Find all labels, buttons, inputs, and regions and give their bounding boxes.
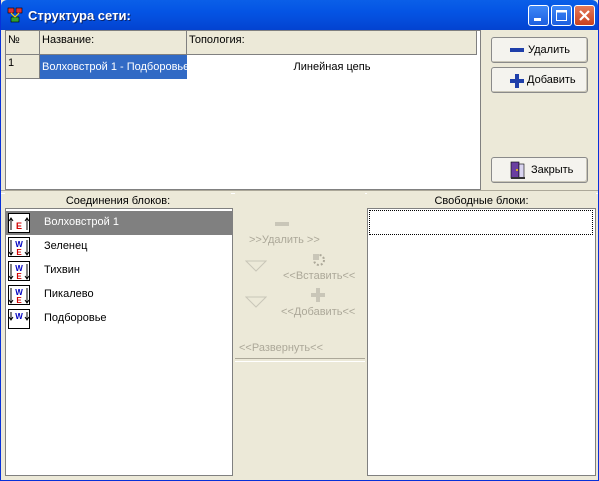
- maximize-icon: [556, 10, 567, 21]
- close-window-button[interactable]: [574, 5, 595, 26]
- window-title: Структура сети:: [28, 8, 131, 23]
- grid-cell-name[interactable]: Волховстрой 1 - Подборовье: [40, 55, 187, 79]
- delete-button[interactable]: Удалить: [491, 37, 588, 63]
- list-item-label: Зеленец: [44, 240, 88, 252]
- remove-block-button[interactable]: >>Удалить >>: [249, 234, 320, 246]
- close-button[interactable]: Закрыть: [491, 157, 588, 183]
- maximize-button[interactable]: [551, 5, 572, 26]
- close-button-label: Закрыть: [531, 164, 574, 176]
- triangle-down-icon: [245, 260, 267, 272]
- block-connector-icon: E: [8, 213, 30, 233]
- add-block-button[interactable]: <<Добавить<<: [281, 306, 355, 318]
- column-header-topology[interactable]: Топология:: [187, 31, 477, 55]
- block-connector-icon: W: [8, 309, 30, 329]
- free-blocks-list[interactable]: [367, 208, 596, 476]
- middle-header: [235, 193, 365, 209]
- list-item[interactable]: W E Зеленец: [6, 235, 232, 259]
- free-blocks-focus-row[interactable]: [369, 210, 593, 235]
- insert-block-button[interactable]: <<Вставить<<: [283, 270, 355, 282]
- expand-button[interactable]: <<Развернуть<<: [239, 342, 323, 354]
- insert-gear-icon: [313, 254, 325, 266]
- add-button[interactable]: Добавить: [491, 67, 588, 93]
- grid-row-number[interactable]: 1: [6, 55, 40, 79]
- plus-icon: [510, 74, 524, 88]
- minimize-icon: [534, 18, 541, 21]
- connections-header: Соединения блоков:: [5, 193, 231, 209]
- svg-text:E: E: [16, 221, 22, 231]
- svg-text:E: E: [16, 272, 22, 281]
- minus-icon: [275, 222, 289, 226]
- column-header-name[interactable]: Название:: [40, 31, 187, 55]
- free-blocks-header: Свободные блоки:: [367, 193, 596, 209]
- list-item[interactable]: W Подборовье: [6, 307, 232, 331]
- list-item-label: Волховстрой 1: [44, 216, 119, 228]
- minus-icon: [510, 48, 524, 52]
- window: Структура сети: № Название: Топология: 1…: [0, 0, 599, 481]
- block-connector-icon: W E: [8, 261, 30, 281]
- svg-text:W: W: [15, 312, 23, 321]
- triangle-down-icon: [245, 296, 267, 308]
- add-button-label: Добавить: [527, 74, 576, 86]
- list-item[interactable]: E Волховстрой 1: [6, 211, 232, 235]
- list-item[interactable]: W E Пикалево: [6, 283, 232, 307]
- connections-list[interactable]: E Волховстрой 1 W E Зеленец W E Тихвин W…: [5, 208, 233, 476]
- list-item[interactable]: W E Тихвин: [6, 259, 232, 283]
- grid-cell-topology[interactable]: Линейная цепь: [187, 55, 477, 79]
- title-bar[interactable]: Структура сети:: [1, 0, 598, 30]
- svg-text:E: E: [16, 248, 22, 257]
- networks-grid[interactable]: № Название: Топология: 1 Волховстрой 1 -…: [5, 30, 481, 190]
- block-connector-icon: W E: [8, 285, 30, 305]
- exit-door-icon: [510, 161, 525, 179]
- transfer-panel: >>Удалить >> <<Вставить<< <<Добавить<< <…: [235, 208, 365, 476]
- list-item-label: Тихвин: [44, 264, 80, 276]
- block-connector-icon: W E: [8, 237, 30, 257]
- plus-icon: [311, 288, 325, 302]
- list-item-label: Подборовье: [44, 312, 107, 324]
- minimize-button[interactable]: [528, 5, 549, 26]
- close-icon: [579, 10, 590, 21]
- list-item-label: Пикалево: [44, 288, 94, 300]
- middle-divider: [235, 358, 365, 362]
- column-header-number[interactable]: №: [6, 31, 40, 55]
- svg-text:E: E: [16, 296, 22, 305]
- delete-button-label: Удалить: [528, 44, 570, 56]
- app-network-icon: [7, 7, 23, 23]
